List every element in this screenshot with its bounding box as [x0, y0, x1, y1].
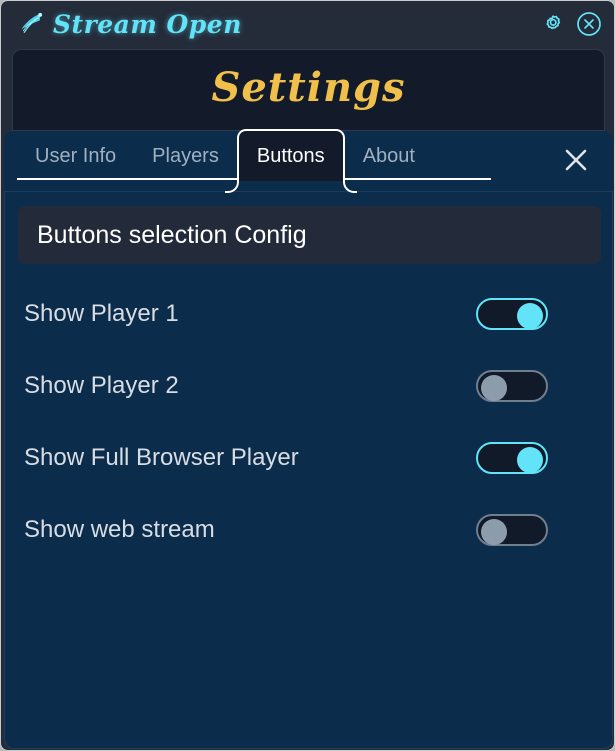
- settings-gear-button[interactable]: [540, 11, 566, 37]
- tab-user-info[interactable]: User Info: [17, 132, 134, 180]
- tab-about[interactable]: About: [345, 132, 433, 180]
- tab-label: Players: [152, 144, 219, 167]
- gear-icon: [546, 15, 561, 30]
- setting-row-show-player-1: Show Player 1: [5, 278, 612, 350]
- title-bar: Stream Open: [2, 2, 614, 46]
- toggle-knob: [517, 303, 543, 329]
- tab-bar: User Info Players Buttons About: [4, 129, 613, 193]
- toggle-show-full-browser-player[interactable]: [476, 442, 548, 474]
- section-header: Buttons selection Config: [18, 206, 601, 264]
- setting-label: Show web stream: [24, 516, 215, 543]
- app-window: Stream Open Settings User Info Players B…: [0, 0, 615, 751]
- settings-close-button[interactable]: [561, 145, 591, 175]
- tab-players[interactable]: Players: [134, 132, 237, 180]
- toggle-knob: [517, 447, 543, 473]
- setting-row-show-player-2: Show Player 2: [5, 350, 612, 422]
- tab-label: Buttons: [256, 144, 325, 167]
- close-icon: [565, 149, 587, 171]
- setting-row-show-full-browser-player: Show Full Browser Player: [5, 422, 612, 494]
- section-title: Buttons selection Config: [37, 220, 307, 249]
- tab-list: User Info Players Buttons About: [17, 129, 433, 193]
- settings-content-panel: Buttons selection Config Show Player 1 S…: [4, 191, 613, 749]
- settings-header-panel: Settings: [12, 49, 605, 131]
- tab-label: User Info: [35, 144, 117, 167]
- tab-label: About: [362, 144, 415, 167]
- setting-label: Show Player 2: [24, 372, 179, 399]
- toggle-show-web-stream[interactable]: [476, 514, 548, 546]
- toggle-show-player-1[interactable]: [476, 298, 548, 330]
- toggle-show-player-2[interactable]: [476, 370, 548, 402]
- setting-label: Show Full Browser Player: [24, 444, 299, 471]
- app-title: Stream Open: [53, 9, 242, 39]
- title-bar-actions: [540, 11, 602, 37]
- toggle-knob: [481, 375, 507, 401]
- setting-row-show-web-stream: Show web stream: [5, 494, 612, 566]
- page-title: Settings: [211, 64, 406, 111]
- tab-buttons[interactable]: Buttons: [224, 129, 357, 193]
- comet-star-icon: [21, 12, 43, 34]
- setting-label: Show Player 1: [24, 300, 179, 327]
- window-close-button[interactable]: [576, 11, 602, 37]
- settings-rows: Show Player 1 Show Player 2 Show Full Br…: [5, 278, 612, 566]
- toggle-knob: [481, 519, 507, 545]
- close-circle-icon: [577, 12, 601, 36]
